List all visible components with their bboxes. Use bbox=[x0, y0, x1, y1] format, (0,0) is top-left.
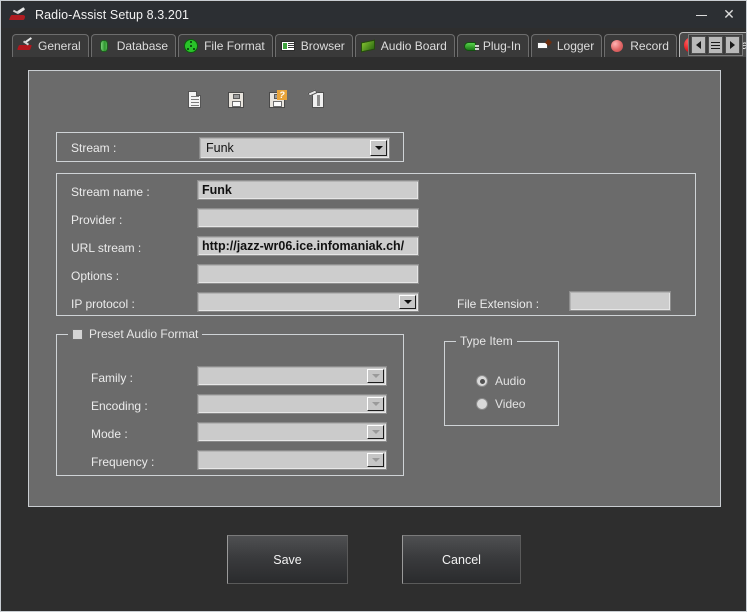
chevron-down-icon[interactable] bbox=[399, 295, 416, 309]
logger-icon bbox=[536, 38, 552, 54]
preset-audio-format-group: Preset Audio Format Family : Encoding : … bbox=[56, 334, 404, 476]
tab-audio-board[interactable]: Audio Board bbox=[355, 34, 455, 57]
save-stream-button[interactable] bbox=[225, 89, 247, 111]
stream-value: Funk bbox=[200, 141, 370, 155]
trash-icon bbox=[312, 92, 324, 108]
saveas-stream-button[interactable]: ? bbox=[266, 89, 288, 111]
record-icon bbox=[609, 38, 625, 54]
audio-board-icon bbox=[360, 38, 376, 54]
tab-label: Record bbox=[630, 39, 669, 53]
tab-database[interactable]: Database bbox=[91, 34, 176, 57]
frequency-combobox[interactable] bbox=[197, 450, 387, 470]
stream-details-group: Stream name : Funk Provider : URL stream… bbox=[56, 173, 696, 316]
chevron-down-icon[interactable] bbox=[367, 425, 384, 439]
encoding-label: Encoding : bbox=[91, 399, 148, 413]
close-icon[interactable]: ✕ bbox=[715, 4, 743, 26]
database-icon bbox=[96, 38, 112, 54]
radio-video[interactable]: Video bbox=[476, 397, 525, 411]
tab-label: General bbox=[38, 39, 81, 53]
chevron-down-icon[interactable] bbox=[370, 140, 387, 156]
tab-file-format[interactable]: File Format bbox=[178, 34, 273, 57]
tab-logger[interactable]: Logger bbox=[531, 34, 602, 57]
file-format-icon bbox=[183, 38, 199, 54]
tab-next-button[interactable] bbox=[725, 36, 740, 54]
tab-record[interactable]: Record bbox=[604, 34, 677, 57]
browser-icon bbox=[280, 38, 296, 54]
tab-label: Audio Board bbox=[381, 39, 447, 53]
provider-label: Provider : bbox=[71, 213, 122, 227]
tab-prev-button[interactable] bbox=[691, 36, 706, 54]
minimize-button[interactable] bbox=[687, 4, 715, 26]
plug-in-icon bbox=[462, 38, 478, 54]
radio-assist-logo-icon bbox=[9, 6, 27, 24]
ip-protocol-combobox[interactable] bbox=[197, 292, 419, 312]
tab-general[interactable]: General bbox=[12, 34, 89, 57]
tab-strip: General Database File Format Browser Aud… bbox=[2, 28, 747, 57]
stream-label: Stream : bbox=[71, 141, 116, 155]
url-stream-label: URL stream : bbox=[71, 241, 141, 255]
preset-audio-format-legend: Preset Audio Format bbox=[68, 327, 202, 341]
radio-label: Audio bbox=[495, 374, 526, 388]
mode-combobox[interactable] bbox=[197, 422, 387, 442]
tab-label: Database bbox=[117, 39, 168, 53]
stream-combobox[interactable]: Funk bbox=[199, 137, 390, 159]
chevron-down-icon[interactable] bbox=[367, 369, 384, 383]
chevron-down-icon[interactable] bbox=[367, 453, 384, 467]
tab-label: Plug-In bbox=[483, 39, 521, 53]
preset-audio-format-label: Preset Audio Format bbox=[89, 327, 198, 341]
preset-audio-format-checkbox[interactable] bbox=[72, 329, 83, 340]
tab-label: File Format bbox=[204, 39, 265, 53]
file-extension-label: File Extension : bbox=[457, 297, 539, 311]
family-label: Family : bbox=[91, 371, 133, 385]
window-controls: ✕ bbox=[687, 2, 743, 28]
radio-label: Video bbox=[495, 397, 525, 411]
floppy-save-icon bbox=[228, 92, 244, 108]
radio-assist-setup-window: Radio-Assist Setup 8.3.201 ✕ General Dat… bbox=[0, 0, 747, 612]
save-button[interactable]: Save bbox=[227, 535, 348, 584]
tab-browser[interactable]: Browser bbox=[275, 34, 353, 57]
window-title: Radio-Assist Setup 8.3.201 bbox=[35, 8, 189, 22]
tab-list-icon[interactable] bbox=[708, 36, 723, 54]
url-stream-input[interactable]: http://jazz-wr06.ice.infomaniak.ch/ bbox=[197, 236, 419, 256]
stream-name-label: Stream name : bbox=[71, 185, 150, 199]
frequency-label: Frequency : bbox=[91, 455, 154, 469]
ip-protocol-label: IP protocol : bbox=[71, 297, 135, 311]
ip-stream-panel: ? Stream : Funk Stream name : Funk Provi… bbox=[28, 70, 721, 507]
encoding-combobox[interactable] bbox=[197, 394, 387, 414]
document-icon bbox=[188, 91, 201, 108]
mode-label: Mode : bbox=[91, 427, 128, 441]
tab-nav bbox=[688, 34, 743, 56]
chevron-down-icon[interactable] bbox=[367, 397, 384, 411]
options-label: Options : bbox=[71, 269, 119, 283]
family-combobox[interactable] bbox=[197, 366, 387, 386]
new-stream-button[interactable] bbox=[184, 89, 206, 111]
options-input[interactable] bbox=[197, 264, 419, 284]
floppy-query-icon: ? bbox=[269, 92, 285, 108]
stream-toolbar: ? bbox=[184, 89, 329, 111]
radio-button-icon[interactable] bbox=[476, 375, 488, 387]
stream-name-input[interactable]: Funk bbox=[197, 180, 419, 200]
tab-plug-in[interactable]: Plug-In bbox=[457, 34, 529, 57]
provider-input[interactable] bbox=[197, 208, 419, 228]
type-item-legend: Type Item bbox=[456, 334, 517, 348]
title-bar: Radio-Assist Setup 8.3.201 ✕ bbox=[2, 2, 747, 28]
tab-label: Browser bbox=[301, 39, 345, 53]
general-icon bbox=[17, 38, 33, 54]
file-extension-input[interactable] bbox=[569, 291, 671, 311]
type-item-group: Type Item Audio Video bbox=[444, 341, 559, 426]
stream-selector-group: Stream : Funk bbox=[56, 132, 404, 162]
delete-stream-button[interactable] bbox=[307, 89, 329, 111]
radio-button-icon[interactable] bbox=[476, 398, 488, 410]
tab-label: Logger bbox=[557, 39, 594, 53]
radio-audio[interactable]: Audio bbox=[476, 374, 526, 388]
cancel-button[interactable]: Cancel bbox=[402, 535, 521, 584]
